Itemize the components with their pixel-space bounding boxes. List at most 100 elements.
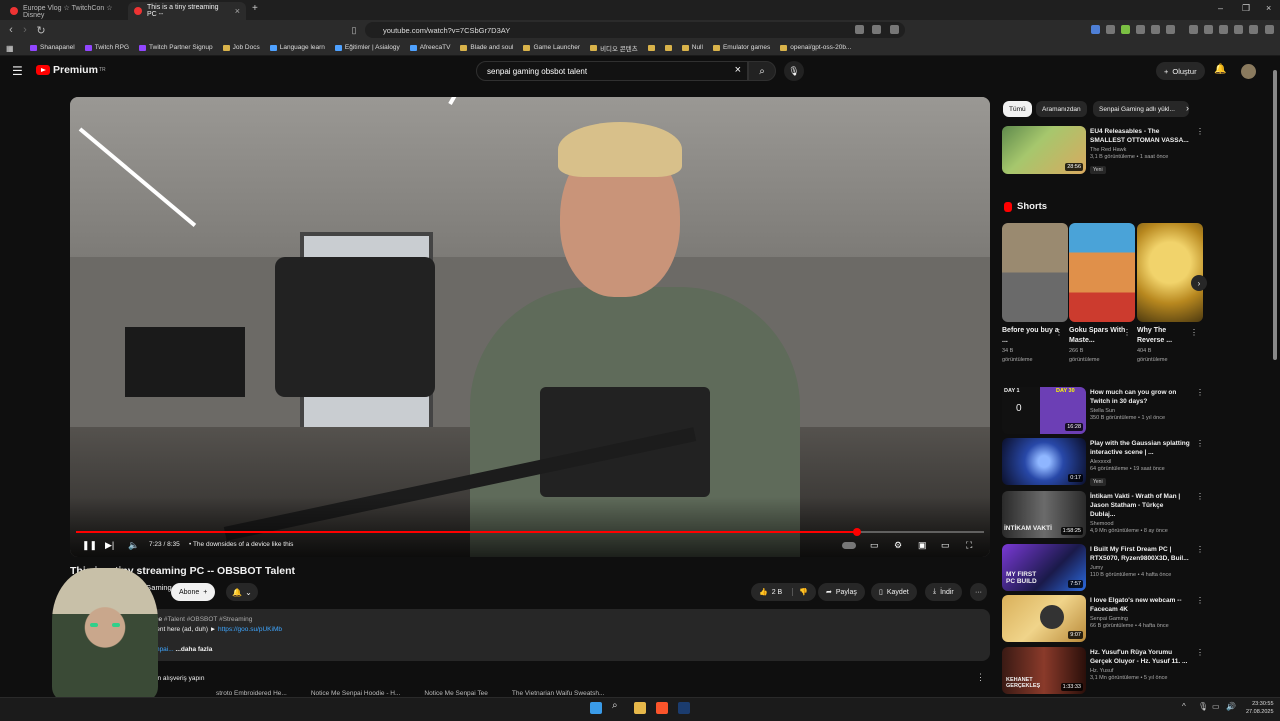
- video-thumbnail[interactable]: 9:07: [1002, 595, 1086, 642]
- share-page-icon[interactable]: [872, 25, 881, 34]
- minimize-icon[interactable]: –: [1218, 3, 1223, 13]
- subscribe-button[interactable]: Abone +: [171, 583, 216, 601]
- bookmark-item[interactable]: Shanapanel: [30, 44, 75, 51]
- video-thumbnail[interactable]: 0:17: [1002, 438, 1086, 485]
- create-button[interactable]: + Oluştur: [1156, 62, 1205, 80]
- menu-icon[interactable]: [1265, 25, 1274, 34]
- bookmark-item[interactable]: Job Docs: [222, 44, 260, 51]
- chevron-right-icon[interactable]: ›: [1186, 103, 1189, 113]
- show-more-link[interactable]: ...daha fazla: [175, 646, 212, 653]
- steam-icon[interactable]: [678, 702, 690, 714]
- bookmark-item[interactable]: AfreecaTV: [409, 44, 450, 51]
- network-icon[interactable]: ▭: [1212, 702, 1220, 711]
- extension-icon[interactable]: [1151, 25, 1160, 34]
- clear-search-icon[interactable]: ×: [735, 64, 741, 76]
- file-explorer-icon[interactable]: [634, 702, 646, 714]
- microphone-icon[interactable]: 🎙: [1198, 702, 1208, 711]
- short-info[interactable]: Before you buy a ... 34 B görüntüleme: [1002, 326, 1060, 364]
- short-thumbnail[interactable]: [1069, 223, 1135, 322]
- download-button[interactable]: ⤓ İndir: [925, 583, 962, 601]
- search-icon[interactable]: ⌕: [612, 700, 624, 712]
- translate-extension-icon[interactable]: [1091, 25, 1100, 34]
- more-vertical-icon[interactable]: ⋮: [1196, 648, 1204, 657]
- bookmark-item[interactable]: Emulator games: [712, 44, 770, 51]
- more-vertical-icon[interactable]: ⋮: [1196, 127, 1204, 136]
- recommended-video-info[interactable]: I love Elgato's new webcam -- Facecam 4K…: [1090, 596, 1190, 629]
- bookmark-folder[interactable]: [664, 44, 672, 51]
- fullscreen-icon[interactable]: ⛶: [966, 539, 972, 552]
- extension-icon[interactable]: [1166, 25, 1175, 34]
- extension-icon[interactable]: [1136, 25, 1145, 34]
- restore-icon[interactable]: ❐: [1242, 3, 1250, 14]
- cast-icon[interactable]: [855, 25, 864, 34]
- brave-browser-icon[interactable]: [656, 702, 668, 714]
- address-bar[interactable]: youtube.com/watch?v=7CSbGr7D3AY: [365, 22, 905, 38]
- media-icon[interactable]: [1204, 25, 1213, 34]
- search-input[interactable]: senpai gaming obsbot talent ×: [476, 61, 748, 81]
- short-info[interactable]: Goku Spars With Maste... 266 B görüntüle…: [1069, 326, 1127, 364]
- miniplayer-icon[interactable]: ▣: [918, 539, 927, 552]
- download-icon[interactable]: [1189, 25, 1198, 34]
- bookmark-page-icon[interactable]: ▯: [346, 22, 362, 38]
- like-button[interactable]: 👍 2 B 👎: [751, 583, 816, 601]
- more-vertical-icon[interactable]: ⋮: [1123, 328, 1131, 337]
- bookmark-item[interactable]: Twitch RPG: [84, 44, 129, 51]
- more-vertical-icon[interactable]: ⋮: [1196, 439, 1204, 448]
- subtitles-icon[interactable]: ▭: [870, 539, 879, 552]
- apps-grid-icon[interactable]: ▦: [6, 44, 14, 53]
- video-player[interactable]: [70, 97, 990, 557]
- recommended-video-info[interactable]: Hz. Yusuf'un Rüya Yorumu Gerçek Oluyor -…: [1090, 648, 1190, 681]
- short-thumbnail[interactable]: [1137, 223, 1203, 322]
- voice-search-button[interactable]: 🎙: [784, 61, 804, 81]
- more-vertical-icon[interactable]: ⋮: [1196, 388, 1204, 397]
- more-vertical-icon[interactable]: ⋮: [1055, 328, 1063, 337]
- browser-tab-1[interactable]: Europe Vlog ☆ TwitchCon ☆ Disney: [4, 2, 124, 20]
- bookmark-item[interactable]: 비디오 콘텐츠: [590, 43, 638, 53]
- bookmark-item[interactable]: Language learn: [269, 44, 325, 51]
- shield-icon[interactable]: [890, 25, 899, 34]
- video-thumbnail[interactable]: KEHANET GERÇEKLEŞ 1:33:33: [1002, 647, 1086, 694]
- chapter-title[interactable]: • The downsides of a device like this: [189, 541, 293, 548]
- notifications-bell-icon[interactable]: 🔔: [1214, 64, 1226, 75]
- hamburger-menu-icon[interactable]: ☰: [12, 64, 23, 78]
- short-info[interactable]: Why The Reverse ... 404 B görüntüleme: [1137, 326, 1195, 364]
- thumbs-down-icon[interactable]: 👎: [792, 588, 808, 596]
- bookmark-item[interactable]: Twitch Partner Signup: [139, 44, 213, 51]
- theater-mode-icon[interactable]: ▭: [941, 539, 950, 552]
- bookmark-item[interactable]: openai/gpt-oss-20b...: [780, 44, 851, 51]
- bookmark-item[interactable]: Eğitimler | Asialogy: [334, 44, 400, 51]
- extension-icon[interactable]: [1106, 25, 1115, 34]
- more-vertical-icon[interactable]: ⋮: [1190, 328, 1198, 337]
- bookmark-item[interactable]: Game Launcher: [523, 44, 580, 51]
- search-button[interactable]: ⌕: [748, 61, 776, 81]
- page-scrollbar[interactable]: [1273, 70, 1277, 360]
- browser-tab-2[interactable]: This is a tiny streaming PC -- ×: [128, 2, 246, 20]
- recommended-video-info[interactable]: How much can you grow on Twitch in 30 da…: [1090, 388, 1190, 421]
- video-thumbnail[interactable]: 28:56: [1002, 126, 1086, 174]
- description-link[interactable]: https://goo.su/pUKiMb: [218, 626, 282, 633]
- chip-all[interactable]: Tümü: [1003, 101, 1032, 117]
- next-video-icon[interactable]: ▶|: [105, 539, 114, 552]
- extension-green-icon[interactable]: [1121, 25, 1130, 34]
- sidebar-toggle-icon[interactable]: [1219, 25, 1228, 34]
- more-vertical-icon[interactable]: ⋮: [1196, 596, 1204, 605]
- puzzle-icon[interactable]: [1234, 25, 1243, 34]
- recommended-video-info[interactable]: Play with the Gaussian splatting interac…: [1090, 439, 1190, 486]
- bookmark-item[interactable]: Blade and soul: [460, 44, 513, 51]
- more-vertical-icon[interactable]: ⋮: [976, 672, 985, 683]
- video-thumbnail[interactable]: MY FIRST PC BUILD 7:57: [1002, 544, 1086, 591]
- close-tab-icon[interactable]: ×: [235, 6, 240, 16]
- volume-icon[interactable]: 🔈: [128, 539, 139, 552]
- volume-icon[interactable]: 🔊: [1226, 702, 1236, 711]
- recommended-video-info[interactable]: EU4 Releasables - The SMALLEST OTTOMAN V…: [1090, 127, 1190, 174]
- profile-icon[interactable]: [1249, 25, 1258, 34]
- chip-channel[interactable]: Senpai Gaming adlı yükl...: [1093, 101, 1189, 117]
- save-button[interactable]: ▯ Kaydet: [871, 583, 917, 601]
- chevron-up-icon[interactable]: ^: [1182, 702, 1186, 711]
- bookmark-folder[interactable]: [647, 44, 655, 51]
- bookmark-item[interactable]: Null: [681, 44, 703, 51]
- recommended-video-info[interactable]: İntikam Vakti - Wrath of Man | Jason Sta…: [1090, 492, 1190, 534]
- autoplay-toggle[interactable]: [842, 539, 856, 552]
- reload-icon[interactable]: ↻: [33, 22, 49, 38]
- recommended-video-info[interactable]: I Built My First Dream PC | RTX5070, Ryz…: [1090, 545, 1190, 578]
